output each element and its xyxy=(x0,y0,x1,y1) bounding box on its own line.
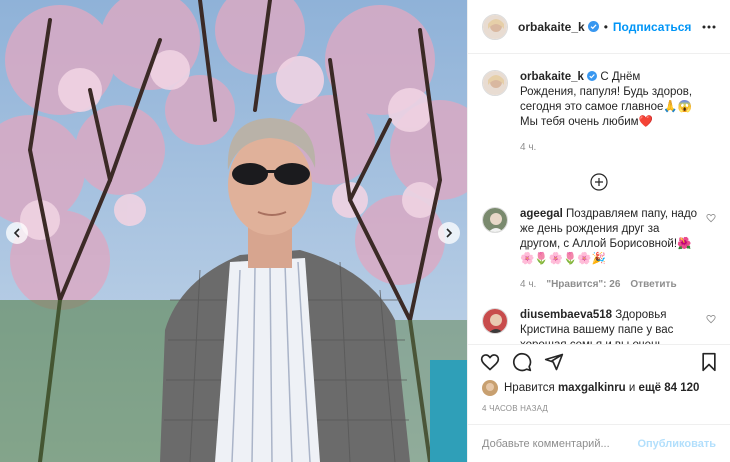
comment-username[interactable]: ageegal xyxy=(520,208,563,220)
comment-icon xyxy=(512,352,532,371)
load-more-icon xyxy=(590,173,608,191)
caption-time[interactable]: 4 ч. xyxy=(520,140,536,155)
caption-username[interactable]: orbakaite_k xyxy=(520,71,584,83)
comment-time[interactable]: 4 ч. xyxy=(520,277,536,292)
share-icon xyxy=(544,353,564,370)
like-button[interactable] xyxy=(480,352,500,372)
likes-prefix: Нравится xyxy=(504,382,555,394)
comment: ageegal Поздравляем папу, надо же день р… xyxy=(482,207,716,292)
publish-button[interactable]: Опубликовать xyxy=(637,438,716,450)
heart-icon xyxy=(480,353,500,371)
author-username[interactable]: orbakaite_k xyxy=(518,20,585,34)
chevron-left-icon xyxy=(13,228,20,238)
follow-button[interactable]: Подписаться xyxy=(613,20,691,34)
post-timestamp[interactable]: 4 ЧАСОВ НАЗАД xyxy=(468,404,730,418)
next-photo-button[interactable] xyxy=(438,222,460,244)
heart-icon[interactable] xyxy=(706,213,716,223)
caption-body: orbakaite_k С Днём Рождения, папуля! Буд… xyxy=(520,70,716,155)
comment-avatar[interactable] xyxy=(482,308,508,334)
post-sidebar: orbakaite_k • Подписаться orbakaite_k С … xyxy=(467,0,730,462)
previous-photo-button[interactable] xyxy=(6,222,28,244)
author-avatar[interactable] xyxy=(482,13,508,40)
heart-icon[interactable] xyxy=(706,314,716,324)
likes-user[interactable]: maxgalkinru xyxy=(558,382,626,394)
photo-image xyxy=(0,0,467,462)
reply-button[interactable]: Ответить xyxy=(630,277,676,292)
separator-dot: • xyxy=(603,19,608,34)
add-comment-bar: Опубликовать xyxy=(468,424,730,462)
save-button[interactable] xyxy=(700,352,718,372)
verified-icon xyxy=(587,71,598,81)
likes-middle: и xyxy=(628,382,636,394)
comment-avatar[interactable] xyxy=(482,207,508,233)
post-photo[interactable] xyxy=(0,0,467,462)
comment-likes[interactable]: "Нравится": 26 xyxy=(546,277,620,292)
comment-input[interactable] xyxy=(482,437,638,450)
comment-body: diusembaeva518 Здоровья Кристина вашему … xyxy=(520,308,716,344)
comment: diusembaeva518 Здоровья Кристина вашему … xyxy=(482,308,716,344)
post-header: orbakaite_k • Подписаться xyxy=(468,0,730,54)
chevron-right-icon xyxy=(446,228,453,238)
liker-avatar xyxy=(482,380,498,396)
more-icon xyxy=(702,25,716,28)
instagram-post: orbakaite_k • Подписаться orbakaite_k С … xyxy=(0,0,730,462)
comment-button[interactable] xyxy=(512,352,532,372)
load-more-comments-button[interactable] xyxy=(482,173,716,191)
likes-more[interactable]: ещё 84 120 xyxy=(639,382,700,394)
comment-body: ageegal Поздравляем папу, надо же день р… xyxy=(520,207,716,292)
verified-icon xyxy=(587,21,599,32)
caption: orbakaite_k С Днём Рождения, папуля! Буд… xyxy=(482,70,716,155)
share-button[interactable] xyxy=(544,352,564,372)
likes-summary[interactable]: Нравится maxgalkinru и ещё 84 120 xyxy=(468,378,730,398)
more-options-button[interactable] xyxy=(702,25,716,29)
comment-username[interactable]: diusembaeva518 xyxy=(520,309,612,321)
comments-list[interactable]: orbakaite_k С Днём Рождения, папуля! Буд… xyxy=(468,54,730,344)
caption-avatar[interactable] xyxy=(482,70,508,96)
action-bar xyxy=(468,344,730,378)
bookmark-icon xyxy=(702,352,716,371)
